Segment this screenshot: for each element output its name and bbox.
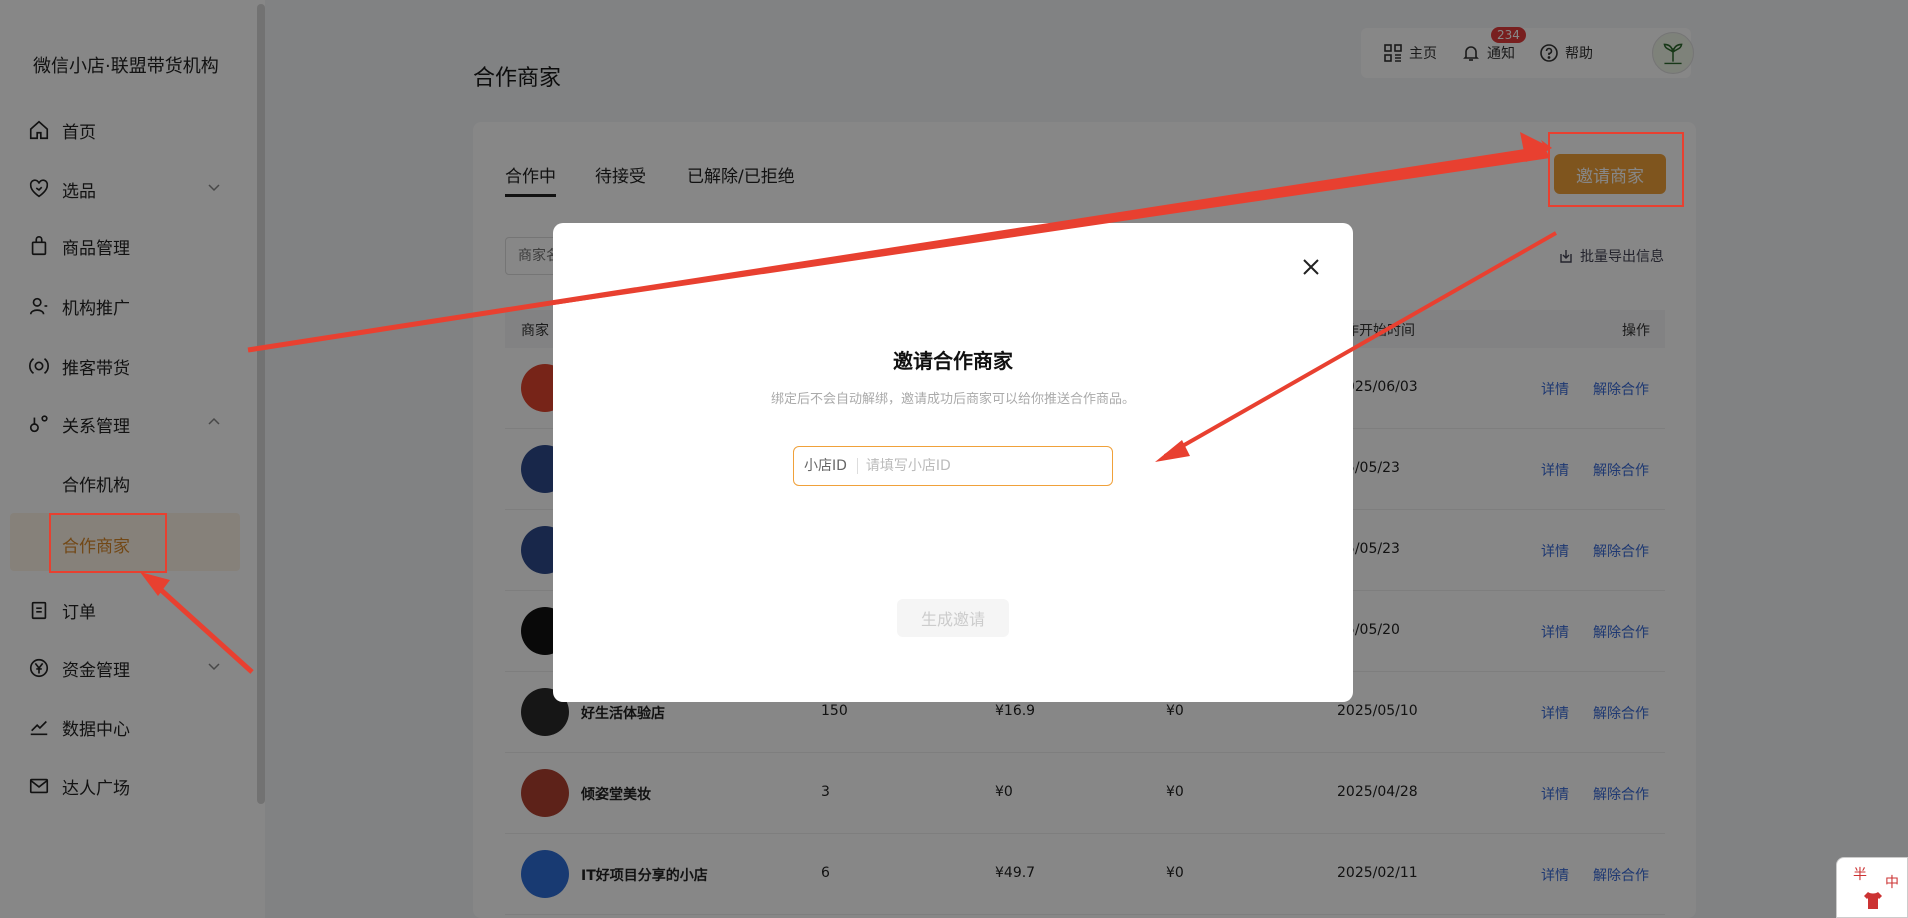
generate-invite-button[interactable]: 生成邀请 xyxy=(897,599,1009,637)
widget-text-1: 半 xyxy=(1853,867,1867,883)
widget-text-2: 中 xyxy=(1885,875,1899,891)
modal-description: 绑定后不会自动解绑，邀请成功后商家可以给你推送合作商品。 xyxy=(770,392,1135,407)
annotation-box-invite xyxy=(1548,132,1684,207)
shirt-icon xyxy=(1864,892,1882,909)
modal-title: 邀请合作商家 xyxy=(893,349,1013,373)
shop-id-field: 小店ID xyxy=(793,446,1113,486)
annotation-box-merchant xyxy=(49,513,167,573)
floating-input-widget[interactable]: 半 中 xyxy=(1836,857,1908,918)
shop-id-input[interactable] xyxy=(857,458,1112,474)
close-icon[interactable] xyxy=(1299,255,1323,279)
shop-id-label: 小店ID xyxy=(794,458,858,474)
invite-merchant-modal: 邀请合作商家 绑定后不会自动解绑，邀请成功后商家可以给你推送合作商品。 小店ID… xyxy=(553,223,1353,702)
